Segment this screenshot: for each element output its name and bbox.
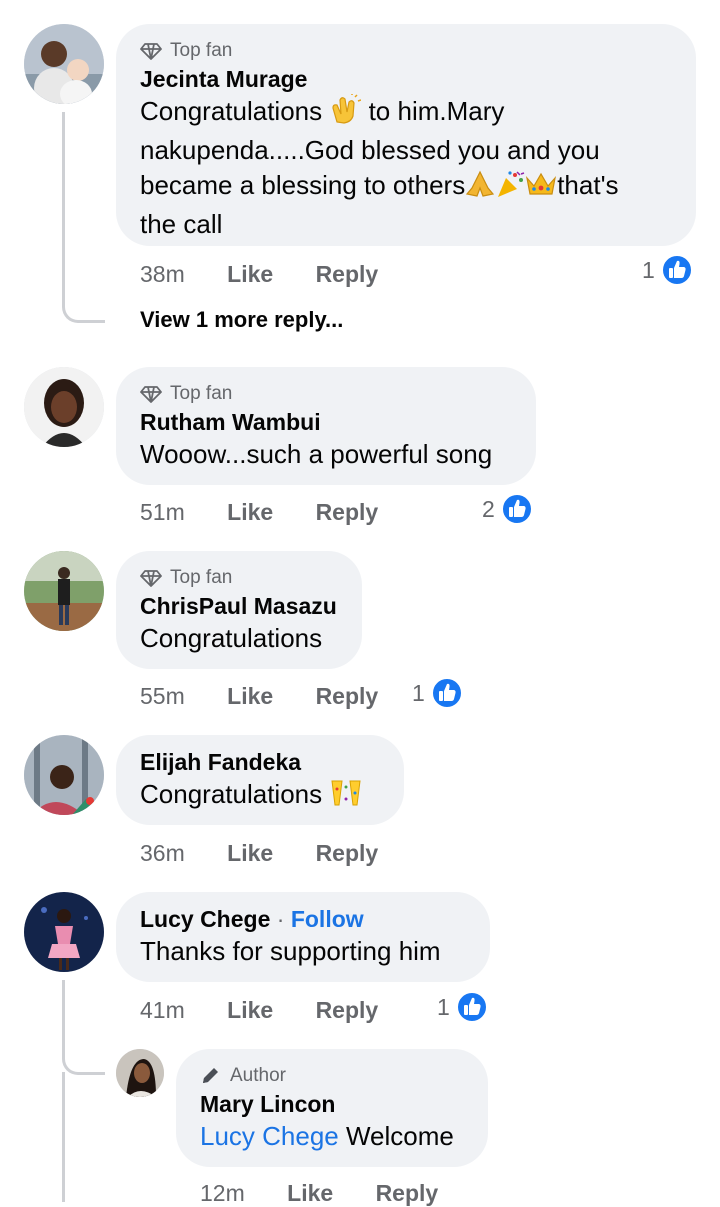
comment-bubble: Lucy Chege · Follow Thanks for supportin… [116,892,490,982]
comment-text: Congratulations to him.Mary nakupenda...… [140,94,619,239]
avatar[interactable] [24,24,104,104]
reply-bubble: Author Mary Lincon Lucy Chege Welcome [176,1049,488,1167]
view-more-replies[interactable]: View 1 more reply... [140,307,343,333]
comment-bubble: Top fan Rutham Wambui Wooow...such a pow… [116,367,536,485]
thread-line [62,1072,65,1202]
mention-link[interactable]: Lucy Chege [200,1121,339,1151]
comment-text: Thanks for supporting him [140,936,441,966]
comment-meta: 12m Like Reply [200,1180,438,1207]
top-fan-badge: Top fan [170,383,233,404]
like-thumbs-up-icon [660,254,693,286]
comment-text: Wooow...such a powerful song [140,439,493,469]
comment-text: Congratulations [140,777,380,816]
comment-time[interactable]: 36m [140,840,185,866]
reaction-count[interactable]: 2 [482,493,533,525]
comment-bubble: Top fan ChrisPaul Masazu Congratulations [116,551,362,669]
diamond-icon [140,386,162,403]
like-thumbs-up-icon [500,493,533,525]
comment-meta: 38m Like Reply [140,261,378,288]
like-button[interactable]: Like [227,840,273,866]
avatar[interactable] [24,892,104,972]
like-button[interactable]: Like [227,997,273,1023]
reaction-count[interactable]: 1 [642,254,693,286]
comment-meta: 55m Like Reply [140,683,378,710]
comment-bubble: Top fan Jecinta Murage Congratulations t… [116,24,696,246]
avatar[interactable] [24,551,104,631]
comment-meta: 51m Like Reply [140,499,378,526]
like-button[interactable]: Like [227,261,273,287]
comment-author[interactable]: Rutham Wambui [140,407,512,437]
reply-button[interactable]: Reply [316,997,379,1023]
comment-time[interactable]: 55m [140,683,185,709]
comment-author[interactable]: ChrisPaul Masazu [140,591,338,621]
like-thumbs-up-icon [430,677,463,709]
top-fan-badge: Top fan [170,40,233,61]
separator-dot: · [276,906,285,932]
like-button[interactable]: Like [287,1180,333,1206]
reaction-count[interactable]: 1 [437,991,488,1023]
reply-button[interactable]: Reply [316,840,379,866]
comment-meta: 36m Like Reply [140,840,378,867]
comment-author[interactable]: Mary Lincon [200,1089,464,1119]
comment-author[interactable]: Lucy Chege [140,906,270,932]
like-button[interactable]: Like [227,683,273,709]
comment-text: Congratulations [140,623,323,653]
folded-hands-emoji [465,170,495,207]
diamond-icon [140,570,162,587]
diamond-icon [140,43,162,60]
reply-button[interactable]: Reply [376,1180,439,1206]
thread-line [62,980,105,1075]
avatar[interactable] [116,1049,164,1097]
comment-text: Lucy Chege Welcome [200,1121,454,1151]
comment-time[interactable]: 51m [140,499,185,525]
crown-emoji [525,170,557,207]
comment-time[interactable]: 38m [140,261,185,287]
thread-line [62,112,105,323]
top-fan-badge: Top fan [170,567,233,588]
comment-time[interactable]: 12m [200,1180,245,1206]
comment-author[interactable]: Elijah Fandeka [140,747,380,777]
like-thumbs-up-icon [455,991,488,1023]
comment-meta: 41m Like Reply [140,997,378,1024]
confetti-emoji [329,777,363,816]
clapping-hands-emoji [329,94,362,133]
like-button[interactable]: Like [227,499,273,525]
comment-author[interactable]: Jecinta Murage [140,64,672,94]
reply-button[interactable]: Reply [316,261,379,287]
avatar[interactable] [24,367,104,447]
avatar[interactable] [24,735,104,815]
comment-bubble: Elijah Fandeka Congratulations [116,735,404,825]
reaction-count[interactable]: 1 [412,677,463,709]
party-popper-emoji [495,170,525,207]
reply-button[interactable]: Reply [316,499,379,525]
author-badge: Author [230,1065,286,1086]
comment-time[interactable]: 41m [140,997,185,1023]
follow-button[interactable]: Follow [291,906,364,932]
reply-button[interactable]: Reply [316,683,379,709]
pencil-icon [203,1068,218,1083]
